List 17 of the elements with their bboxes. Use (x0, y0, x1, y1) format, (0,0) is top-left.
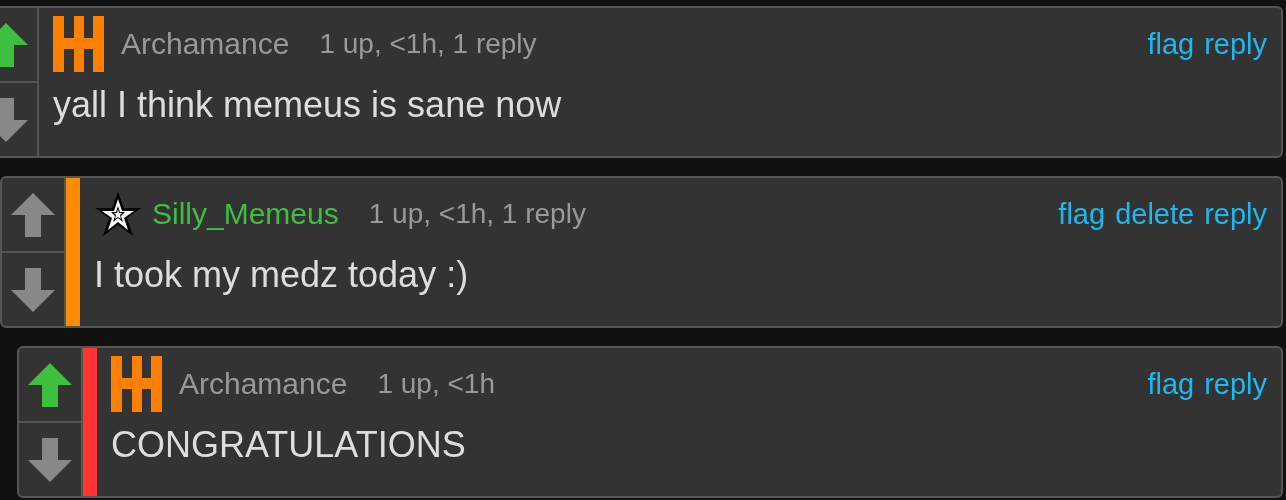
action-link[interactable]: reply (1204, 367, 1267, 401)
username[interactable]: Archamance (121, 27, 290, 61)
username[interactable]: Archamance (179, 367, 348, 401)
action-link[interactable]: flag (1058, 197, 1106, 231)
action-link[interactable]: reply (1204, 197, 1267, 231)
action-link[interactable]: reply (1204, 27, 1267, 61)
comment-text: CONGRATULATIONS (111, 423, 467, 466)
star-icon (94, 190, 142, 238)
comment-meta: 1 up, <1h, 1 reply (319, 28, 537, 60)
comment-text: I took my medz today :) (94, 253, 470, 296)
username[interactable]: Silly_Memeus (152, 197, 339, 231)
comment-text: yall I think memeus is sane now (53, 83, 563, 126)
action-link[interactable]: flag (1147, 367, 1195, 401)
action-link[interactable]: delete (1115, 197, 1195, 231)
comment-meta: 1 up, <1h, 1 reply (368, 198, 586, 230)
action-link[interactable]: flag (1147, 27, 1195, 61)
comment-meta: 1 up, <1h (377, 368, 495, 400)
